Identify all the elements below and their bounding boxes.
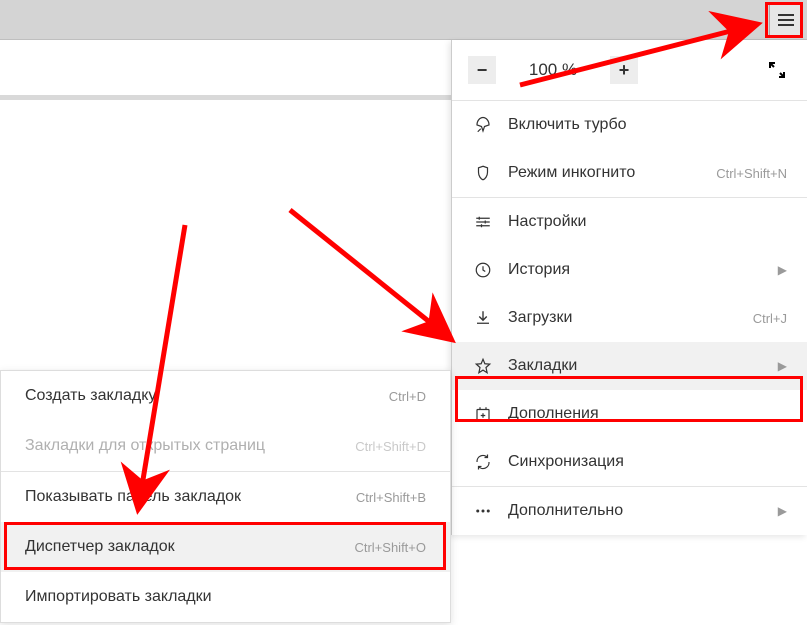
history-icon <box>472 261 494 279</box>
submenu-item-label: Импортировать закладки <box>25 588 426 606</box>
settings-icon <box>472 213 494 231</box>
chevron-right-icon: ▶ <box>778 504 787 518</box>
submenu-item-shortcut: Ctrl+Shift+D <box>355 439 426 454</box>
chevron-right-icon: ▶ <box>778 263 787 277</box>
fullscreen-icon <box>768 61 786 79</box>
sync-icon <box>472 453 494 471</box>
submenu-item-create-bookmark[interactable]: Создать закладку Ctrl+D <box>1 371 450 421</box>
browser-toolbar <box>0 0 807 40</box>
fullscreen-button[interactable] <box>763 56 791 84</box>
zoom-controls: − 100 % + <box>452 40 807 100</box>
main-menu-button[interactable] <box>769 4 803 36</box>
menu-item-downloads[interactable]: Загрузки Ctrl+J <box>452 294 807 342</box>
submenu-item-shortcut: Ctrl+D <box>389 389 426 404</box>
main-menu-dropdown: − 100 % + Включить турбо Режим инкогнито… <box>451 40 807 535</box>
zoom-out-button[interactable]: − <box>468 56 496 84</box>
rocket-icon <box>472 116 494 134</box>
menu-item-label: Синхронизация <box>508 453 787 471</box>
menu-item-bookmarks[interactable]: Закладки ▶ <box>452 342 807 390</box>
submenu-item-bookmark-manager[interactable]: Диспетчер закладок Ctrl+Shift+O <box>1 522 450 572</box>
menu-item-label: Режим инкогнито <box>508 164 716 182</box>
menu-item-incognito[interactable]: Режим инкогнито Ctrl+Shift+N <box>452 149 807 197</box>
menu-item-shortcut: Ctrl+J <box>753 311 787 326</box>
menu-item-shortcut: Ctrl+Shift+N <box>716 166 787 181</box>
menu-item-turbo[interactable]: Включить турбо <box>452 101 807 149</box>
menu-item-more[interactable]: Дополнительно ▶ <box>452 487 807 535</box>
zoom-in-button[interactable]: + <box>610 56 638 84</box>
submenu-item-shortcut: Ctrl+Shift+B <box>356 490 426 505</box>
menu-item-label: Загрузки <box>508 309 753 327</box>
menu-item-label: Дополнительно <box>508 502 770 520</box>
menu-item-history[interactable]: История ▶ <box>452 246 807 294</box>
page-background <box>0 40 451 95</box>
submenu-item-shortcut: Ctrl+Shift+O <box>354 540 426 555</box>
incognito-icon <box>472 164 494 182</box>
chevron-right-icon: ▶ <box>778 359 787 373</box>
menu-item-label: Закладки <box>508 357 770 375</box>
addons-icon <box>472 405 494 423</box>
submenu-item-show-bookmarks-bar[interactable]: Показывать панель закладок Ctrl+Shift+B <box>1 472 450 522</box>
menu-item-label: Дополнения <box>508 405 787 423</box>
menu-item-settings[interactable]: Настройки <box>452 198 807 246</box>
menu-item-label: Настройки <box>508 213 787 231</box>
submenu-item-bookmark-open-tabs: Закладки для открытых страниц Ctrl+Shift… <box>1 421 450 471</box>
submenu-item-import-bookmarks[interactable]: Импортировать закладки <box>1 572 450 622</box>
hamburger-icon <box>778 14 794 26</box>
bookmarks-submenu: Создать закладку Ctrl+D Закладки для отк… <box>0 370 451 623</box>
submenu-item-label: Показывать панель закладок <box>25 488 356 506</box>
zoom-level: 100 % <box>508 60 598 80</box>
menu-item-label: История <box>508 261 770 279</box>
submenu-item-label: Диспетчер закладок <box>25 538 354 556</box>
more-icon <box>472 502 494 520</box>
download-icon <box>472 309 494 327</box>
submenu-item-label: Создать закладку <box>25 387 389 405</box>
menu-item-label: Включить турбо <box>508 116 787 134</box>
menu-item-addons[interactable]: Дополнения <box>452 390 807 438</box>
star-icon <box>472 357 494 375</box>
submenu-item-label: Закладки для открытых страниц <box>25 437 355 455</box>
menu-item-sync[interactable]: Синхронизация <box>452 438 807 486</box>
